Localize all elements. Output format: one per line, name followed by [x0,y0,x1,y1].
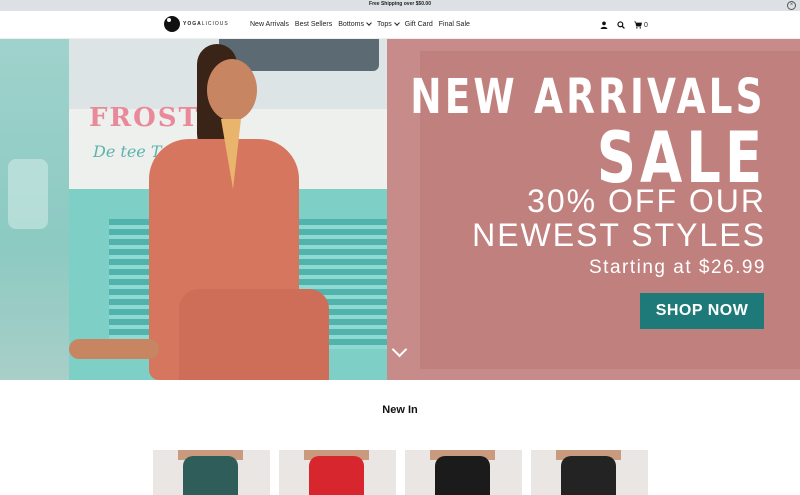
nav-gift-card[interactable]: Gift Card [405,21,433,28]
logo-mark-icon [164,16,180,32]
product-image [309,456,364,495]
announcement-bar: Free Shipping over $50.00 × [0,0,800,11]
chevron-down-icon [366,20,372,26]
nav-tops[interactable]: Tops [377,20,400,28]
product-image [435,456,490,495]
shop-now-button[interactable]: SHOP NOW [640,293,764,329]
main-nav: New Arrivals Best Sellers Bottoms Tops G… [250,20,470,28]
chevron-down-icon [393,20,400,26]
announcement-text: Free Shipping over $50.00 [369,1,431,7]
product-card[interactable] [531,450,648,495]
nav-bottoms[interactable]: Bottoms [338,20,372,28]
cart-button[interactable]: 0 [634,21,648,29]
cart-icon [634,21,642,29]
hero-offer-line2: NEWEST STYLES [472,217,766,253]
product-image [561,456,616,495]
hero-photo: FROSTE De tee Treat [69,39,387,380]
hero-offer-line1: 30% OFF OUR [527,183,766,219]
hero-banner[interactable]: FROSTE De tee Treat NEW ARRIVALS SALE 30… [0,39,800,380]
nav-new-arrivals[interactable]: New Arrivals [250,21,289,28]
close-icon[interactable]: × [787,1,796,10]
hero-starting-price: Starting at $26.99 [589,257,766,278]
product-card[interactable] [153,450,270,495]
new-in-title: New In [382,404,418,416]
hero-background-left [0,39,69,380]
product-card[interactable] [279,450,396,495]
product-image [183,456,238,495]
site-header: YOGALICIOUS New Arrivals Best Sellers Bo… [0,11,800,39]
cart-count: 0 [644,21,648,29]
logo-text: YOGALICIOUS [183,21,229,27]
header-icons: 0 [600,21,648,29]
logo[interactable]: YOGALICIOUS [164,16,229,32]
product-card[interactable] [405,450,522,495]
nav-final-sale[interactable]: Final Sale [439,21,470,28]
product-grid [153,450,648,495]
nav-best-sellers[interactable]: Best Sellers [295,21,332,28]
search-icon[interactable] [617,21,625,29]
user-icon[interactable] [600,21,608,29]
